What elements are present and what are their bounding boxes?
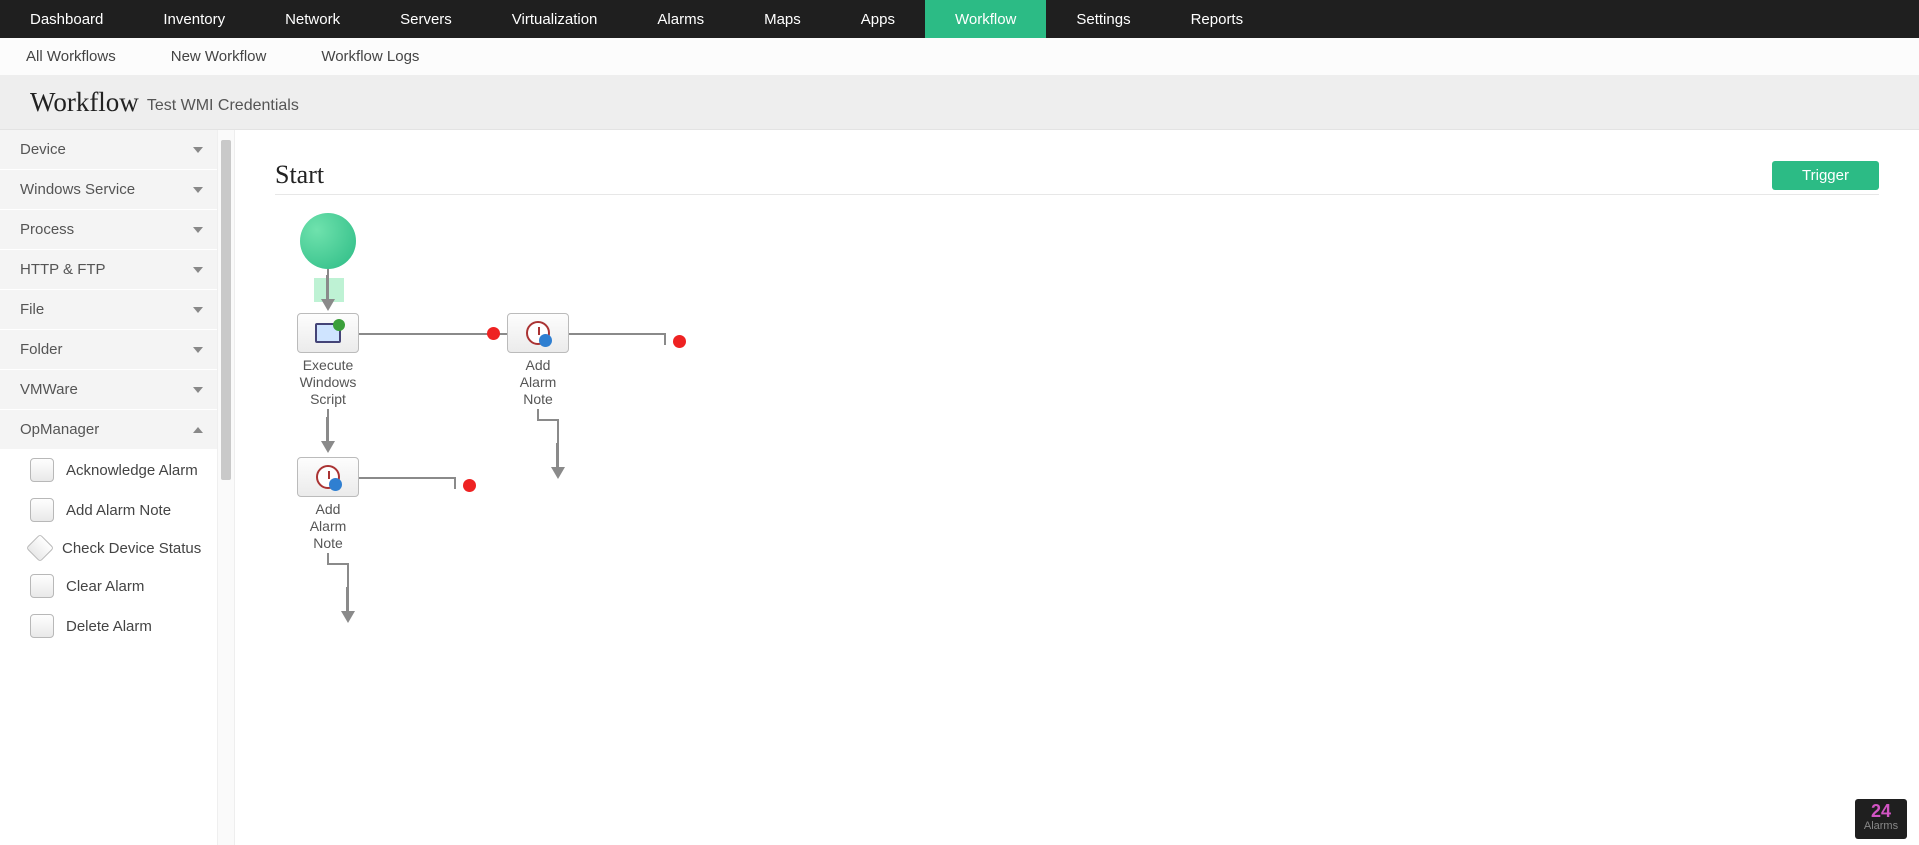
connector	[327, 553, 329, 563]
scrollbar[interactable]	[217, 130, 234, 845]
main-nav: Dashboard Inventory Network Servers Virt…	[0, 0, 1919, 38]
connector	[537, 409, 539, 419]
sidebar-cat-windows-service[interactable]: Windows Service	[0, 170, 217, 210]
nav-network[interactable]: Network	[255, 0, 370, 38]
nav-apps[interactable]: Apps	[831, 0, 925, 38]
nav-virtualization[interactable]: Virtualization	[482, 0, 628, 38]
nav-workflow[interactable]: Workflow	[925, 0, 1046, 38]
arrow-down-icon	[341, 611, 355, 623]
node-label-line: Add	[507, 357, 569, 374]
sidebar-task-delete-alarm[interactable]: Delete Alarm	[0, 606, 217, 646]
sidebar-cat-label: HTTP & FTP	[20, 261, 106, 278]
node-label-line: Add	[297, 501, 359, 518]
arrow-down-icon	[321, 299, 335, 311]
sidebar-cat-label: VMWare	[20, 381, 78, 398]
sidebar-cat-folder[interactable]: Folder	[0, 330, 217, 370]
arrow-down-icon	[551, 467, 565, 479]
task-icon	[30, 498, 54, 522]
nav-alarms[interactable]: Alarms	[627, 0, 734, 38]
sidebar-cat-device[interactable]: Device	[0, 130, 217, 170]
connector	[359, 477, 454, 479]
connector	[359, 333, 507, 335]
fail-terminal-icon[interactable]	[673, 335, 686, 348]
sidebar-cat-vmware[interactable]: VMWare	[0, 370, 217, 410]
node-label-line: Script	[297, 391, 359, 408]
chevron-down-icon	[193, 307, 203, 313]
sidebar-cat-label: Process	[20, 221, 74, 238]
nav-settings[interactable]: Settings	[1046, 0, 1160, 38]
nav-reports[interactable]: Reports	[1161, 0, 1274, 38]
sidebar-cat-process[interactable]: Process	[0, 210, 217, 250]
alarm-label: Alarms	[1855, 820, 1907, 832]
subnav-all-workflows[interactable]: All Workflows	[26, 48, 116, 65]
connector	[327, 563, 347, 565]
nav-servers[interactable]: Servers	[370, 0, 482, 38]
alarm-note-icon	[316, 465, 340, 489]
chevron-down-icon	[193, 227, 203, 233]
chevron-down-icon	[193, 187, 203, 193]
sidebar-task-label: Delete Alarm	[66, 618, 152, 635]
sidebar-cat-label: File	[20, 301, 44, 318]
connector	[664, 333, 666, 345]
node-add-alarm-note-2[interactable]: Add Alarm Note	[297, 457, 359, 552]
sidebar-cat-file[interactable]: File	[0, 290, 217, 330]
chevron-down-icon	[193, 387, 203, 393]
chevron-down-icon	[193, 347, 203, 353]
sidebar-task-check-device-status[interactable]: Check Device Status	[0, 530, 217, 566]
connector	[537, 419, 557, 421]
start-node[interactable]	[300, 213, 356, 269]
sidebar-cat-label: OpManager	[20, 421, 99, 438]
node-label-line: Note	[507, 391, 569, 408]
task-icon	[30, 614, 54, 638]
sidebar-task-clear-alarm[interactable]: Clear Alarm	[0, 566, 217, 606]
sidebar-cat-label: Device	[20, 141, 66, 158]
nav-maps[interactable]: Maps	[734, 0, 831, 38]
page-title: Workflow	[30, 87, 139, 118]
sidebar-task-label: Acknowledge Alarm	[66, 462, 198, 479]
arrow-down-icon	[321, 441, 335, 453]
sidebar-cat-label: Folder	[20, 341, 63, 358]
sidebar-task-label: Check Device Status	[62, 540, 201, 557]
fail-terminal-icon[interactable]	[463, 479, 476, 492]
alarm-note-icon	[526, 321, 550, 345]
subnav-new-workflow[interactable]: New Workflow	[171, 48, 267, 65]
connector	[454, 477, 456, 489]
sidebar-cat-opmanager[interactable]: OpManager	[0, 410, 217, 450]
scrollbar-thumb[interactable]	[221, 140, 231, 480]
sidebar-task-add-alarm-note[interactable]: Add Alarm Note	[0, 490, 217, 530]
page-subtitle: Test WMI Credentials	[147, 91, 299, 115]
chevron-up-icon	[193, 427, 203, 433]
sidebar-task-label: Add Alarm Note	[66, 502, 171, 519]
script-icon	[315, 323, 341, 343]
sidebar-task-label: Clear Alarm	[66, 578, 144, 595]
nav-inventory[interactable]: Inventory	[133, 0, 255, 38]
workflow-canvas[interactable]: Start Trigger Execute Windows Script Ad	[235, 130, 1919, 845]
node-label-line: Alarm	[507, 374, 569, 391]
nav-dashboard[interactable]: Dashboard	[0, 0, 133, 38]
sub-nav: All Workflows New Workflow Workflow Logs	[0, 38, 1919, 76]
sidebar-cat-label: Windows Service	[20, 181, 135, 198]
node-label-line: Note	[297, 535, 359, 552]
connector	[569, 333, 664, 335]
node-execute-windows-script[interactable]: Execute Windows Script	[297, 313, 359, 408]
node-label-line: Alarm	[297, 518, 359, 535]
chevron-down-icon	[193, 267, 203, 273]
alarm-count: 24	[1855, 802, 1907, 820]
task-icon	[30, 574, 54, 598]
node-add-alarm-note[interactable]: Add Alarm Note	[507, 313, 569, 408]
sidebar: Device Windows Service Process HTTP & FT…	[0, 130, 235, 845]
fail-terminal-icon[interactable]	[487, 327, 500, 340]
title-bar: Workflow Test WMI Credentials	[0, 76, 1919, 130]
node-label-line: Execute	[297, 357, 359, 374]
subnav-workflow-logs[interactable]: Workflow Logs	[321, 48, 419, 65]
task-icon	[30, 458, 54, 482]
chevron-down-icon	[193, 147, 203, 153]
alarm-count-badge[interactable]: 24 Alarms	[1855, 799, 1907, 839]
start-heading: Start	[275, 160, 324, 190]
node-label-line: Windows	[297, 374, 359, 391]
task-icon	[26, 534, 54, 562]
sidebar-task-acknowledge-alarm[interactable]: Acknowledge Alarm	[0, 450, 217, 490]
sidebar-cat-http-ftp[interactable]: HTTP & FTP	[0, 250, 217, 290]
trigger-button[interactable]: Trigger	[1772, 161, 1879, 190]
